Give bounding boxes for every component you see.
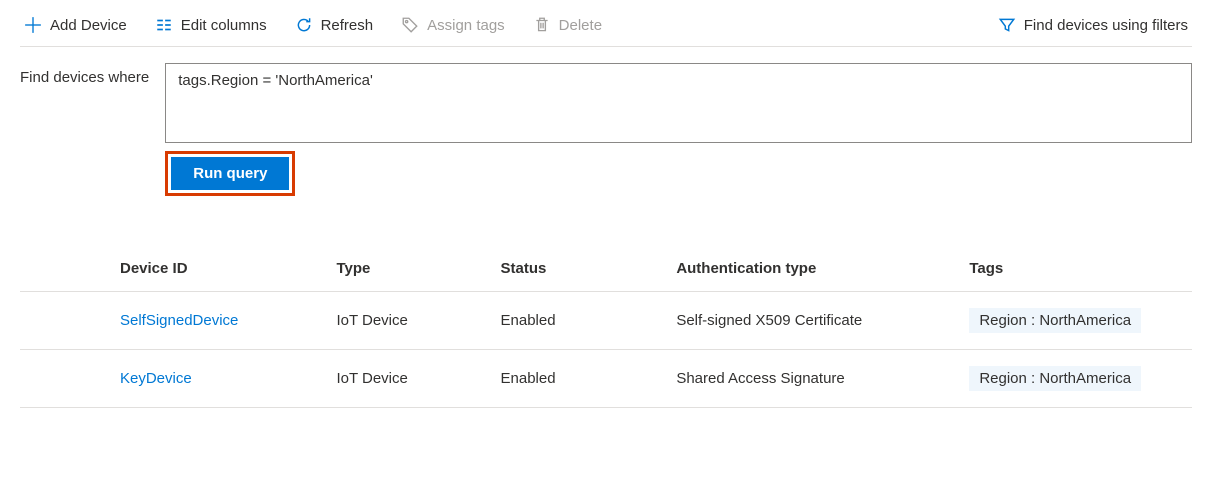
edit-columns-label: Edit columns (181, 17, 267, 34)
cell-type: IoT Device (336, 350, 500, 408)
run-highlight: Run query (165, 151, 295, 196)
run-query-button[interactable]: Run query (171, 157, 289, 190)
table-row: KeyDevice IoT Device Enabled Shared Acce… (20, 350, 1192, 408)
cell-auth: Shared Access Signature (676, 350, 969, 408)
device-link[interactable]: SelfSignedDevice (120, 312, 238, 329)
toolbar: Add Device Edit columns Refresh Assign t… (20, 8, 1192, 47)
table-header-row: Device ID Type Status Authentication typ… (20, 246, 1192, 292)
assign-tags-label: Assign tags (427, 17, 505, 34)
run-row: Run query (165, 151, 1192, 196)
delete-button[interactable]: Delete (529, 14, 606, 36)
cell-status: Enabled (501, 292, 677, 350)
find-devices-filter-button[interactable]: Find devices using filters (994, 14, 1192, 36)
refresh-icon (295, 16, 313, 34)
find-devices-filter-label: Find devices using filters (1024, 17, 1188, 34)
header-device-id[interactable]: Device ID (20, 246, 336, 292)
query-right: Run query (165, 63, 1192, 196)
header-auth-type[interactable]: Authentication type (676, 246, 969, 292)
refresh-label: Refresh (321, 17, 374, 34)
assign-tags-button[interactable]: Assign tags (397, 14, 509, 36)
plus-icon (24, 16, 42, 34)
add-device-label: Add Device (50, 17, 127, 34)
header-type[interactable]: Type (336, 246, 500, 292)
columns-icon (155, 16, 173, 34)
header-status[interactable]: Status (501, 246, 677, 292)
header-tags[interactable]: Tags (969, 246, 1192, 292)
query-input[interactable] (165, 63, 1192, 143)
add-device-button[interactable]: Add Device (20, 14, 131, 36)
tag-badge: Region : NorthAmerica (969, 366, 1141, 391)
table-row: SelfSignedDevice IoT Device Enabled Self… (20, 292, 1192, 350)
refresh-button[interactable]: Refresh (291, 14, 378, 36)
query-row: Find devices where Run query (20, 63, 1192, 196)
tag-badge: Region : NorthAmerica (969, 308, 1141, 333)
query-label: Find devices where (20, 63, 149, 86)
devices-table: Device ID Type Status Authentication typ… (20, 246, 1192, 408)
edit-columns-button[interactable]: Edit columns (151, 14, 271, 36)
delete-label: Delete (559, 17, 602, 34)
device-link[interactable]: KeyDevice (120, 370, 192, 387)
filter-icon (998, 16, 1016, 34)
cell-auth: Self-signed X509 Certificate (676, 292, 969, 350)
cell-status: Enabled (501, 350, 677, 408)
cell-type: IoT Device (336, 292, 500, 350)
trash-icon (533, 16, 551, 34)
tag-icon (401, 16, 419, 34)
